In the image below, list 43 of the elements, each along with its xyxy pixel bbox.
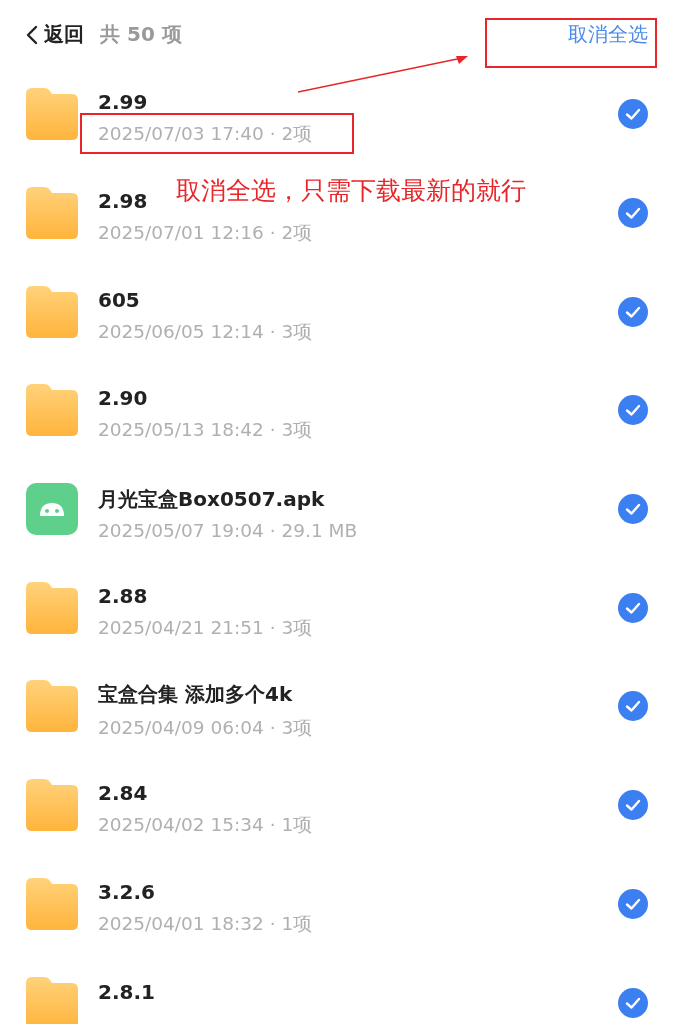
file-name: 2.84 [98,781,148,806]
folder-icon [26,384,78,437]
folder-icon [26,88,78,141]
checked-circle-icon[interactable] [618,296,648,327]
file-name: 宝盒合集 添加多个4k [98,680,293,708]
checked-circle-icon[interactable] [618,198,648,229]
checked-circle-icon[interactable] [618,987,648,1018]
file-details: 2025/04/09 06:04 · 3项 [98,715,313,740]
file-name: 2.99 [98,90,148,115]
folder-icon [26,680,78,733]
folder-icon [26,877,78,930]
file-name: 605 [98,287,140,312]
file-details: 2025/04/21 21:51 · 3项 [98,615,313,640]
chevron-left-icon [26,24,38,45]
checked-circle-icon[interactable] [618,99,648,130]
back-button[interactable]: 返回 [26,21,84,48]
file-details: 2025/05/07 19:04 · 29.1 MB [98,519,358,541]
checked-circle-icon[interactable] [618,494,648,525]
file-details: 2025/04/01 18:32 · 1项 [98,911,313,936]
folder-icon [26,285,78,338]
file-details: 2025/04/02 15:34 · 1项 [98,813,313,838]
checked-circle-icon[interactable] [618,691,648,722]
checked-circle-icon[interactable] [618,790,648,821]
checked-circle-icon[interactable] [618,592,648,623]
folder-icon [26,779,78,832]
folder-icon [26,581,78,634]
checked-circle-icon[interactable] [618,395,648,426]
file-details: 2025/05/13 18:42 · 3项 [98,418,313,443]
file-details: 2025/07/03 17:40 · 2项 [98,123,313,145]
file-name: 2.98 [98,189,148,214]
folder-icon [26,976,78,1024]
file-details: 2025/07/01 12:16 · 2项 [98,221,313,246]
file-details: 2025/06/05 12:14 · 3项 [98,319,313,344]
file-name: 2.90 [98,386,148,411]
file-name: 2.88 [98,583,148,608]
folder-icon [26,187,78,240]
checked-circle-icon[interactable] [618,888,648,919]
item-count: 共 50 项 [100,21,182,48]
file-name: 月光宝盒Box0507.apk [98,485,325,513]
android-app-icon [26,483,78,536]
annotation-note: 取消全选，只需下载最新的就行 [176,175,526,207]
file-name: 2.8.1 [98,980,155,1005]
file-name: 3.2.6 [98,879,155,904]
